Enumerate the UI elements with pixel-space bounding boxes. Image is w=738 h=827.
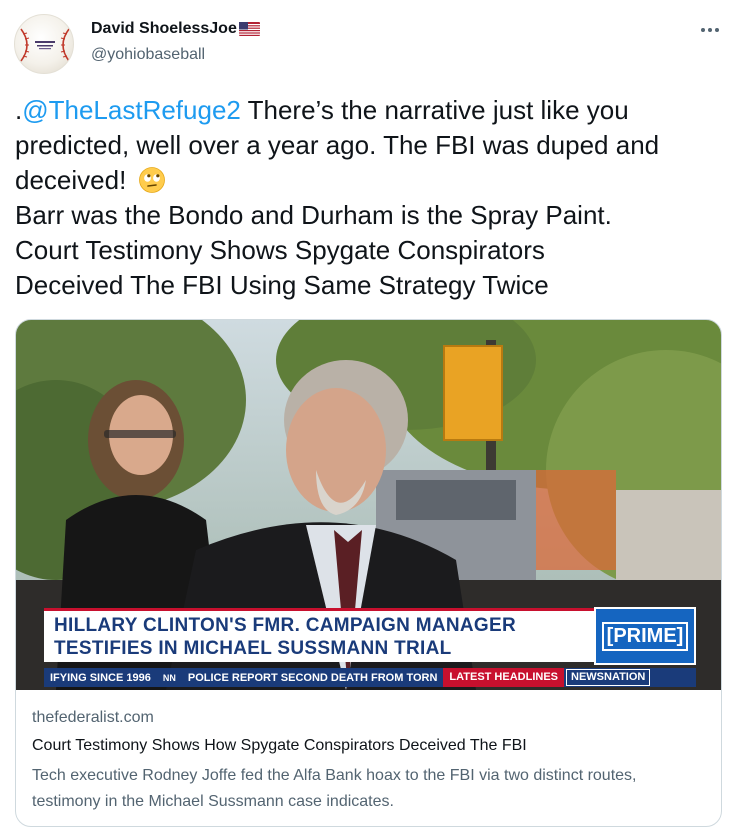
mention-link[interactable]: @TheLastRefuge2 <box>22 95 241 125</box>
lower-third-line: TESTIFIES IN MICHAEL SUSSMANN TRIAL <box>54 638 452 659</box>
tweet-line: .@TheLastRefuge2 There’s the narrative j… <box>15 93 727 128</box>
card-description: Tech executive Rodney Joffe fed the Alfa… <box>32 767 637 810</box>
card-domain: thefederalist.com <box>32 709 154 726</box>
handle[interactable]: @yohiobaseball <box>91 46 205 64</box>
display-name[interactable]: David ShoelessJoe <box>91 20 260 38</box>
tweet-line: Barr was the Bondo and Durham is the Spr… <box>15 200 612 230</box>
us-flag-icon <box>238 22 260 36</box>
ticker-brand: NEWSNATION <box>566 669 651 686</box>
tweet-line: Deceived The FBI Using Same Strategy Twi… <box>15 270 549 300</box>
prime-badge-text: [PRIME] <box>601 621 689 651</box>
tweet-line: deceived! <box>15 163 727 198</box>
more-icon <box>701 28 719 32</box>
link-card[interactable]: HILLARY CLINTON'S FMR. CAMPAIGN MANAGER … <box>15 319 722 827</box>
ticker-headline: POLICE REPORT SECOND DEATH FROM TORN <box>187 671 438 684</box>
lower-third-line: HILLARY CLINTON'S FMR. CAMPAIGN MANAGER <box>54 615 517 636</box>
ticker-logo: NN <box>162 672 176 683</box>
news-ticker: IFYING SINCE 1996 NN POLICE REPORT SECON… <box>44 668 696 687</box>
face-with-rolling-eyes-icon <box>138 166 166 194</box>
prime-badge: [PRIME] <box>594 607 696 665</box>
ticker-segment: IFYING SINCE 1996 <box>50 671 151 684</box>
card-title: Court Testimony Shows How Spygate Conspi… <box>32 737 527 754</box>
lower-third: HILLARY CLINTON'S FMR. CAMPAIGN MANAGER … <box>44 608 594 662</box>
card-meta: thefederalist.com Court Testimony Shows … <box>16 690 721 826</box>
tweet-text: .@TheLastRefuge2 There’s the narrative j… <box>15 93 727 303</box>
card-image[interactable]: HILLARY CLINTON'S FMR. CAMPAIGN MANAGER … <box>16 320 721 690</box>
avatar[interactable] <box>14 14 74 74</box>
more-options-button[interactable] <box>690 16 730 44</box>
tweet-line-text: There’s the narrative just like you <box>240 95 629 125</box>
tweet-line-text: deceived! <box>15 165 134 195</box>
tweet: David ShoelessJoe @yohiobaseball .@TheLa… <box>0 0 738 827</box>
display-name-text: David ShoelessJoe <box>91 20 237 37</box>
tweet-line: predicted, well over a year ago. The FBI… <box>15 130 660 160</box>
ticker-latest-label: LATEST HEADLINES <box>443 668 564 687</box>
baseball-icon <box>20 28 70 62</box>
tweet-line: Court Testimony Shows Spygate Conspirato… <box>15 235 545 265</box>
